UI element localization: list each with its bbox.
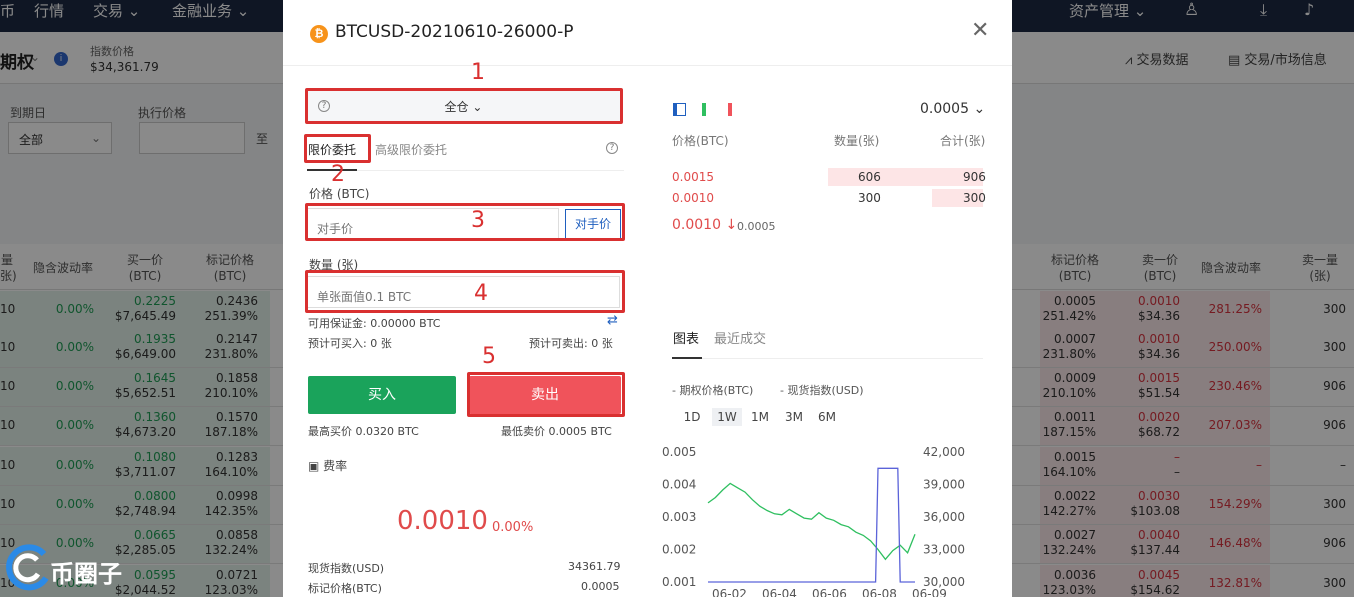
price-chart: 0.005 0.004 0.003 0.002 0.001 42,000 39,000 36,… bbox=[662, 445, 965, 597]
range-1d[interactable]: 1D bbox=[680, 408, 704, 426]
min-sell-price: 最低卖价 0.0005 BTC bbox=[501, 425, 612, 438]
watermark-logo: 币圈子 bbox=[4, 542, 154, 594]
market-panel: 0.0005 ⌄ 价格(BTC) 数量(张) 合计(张) 0.0015 606 … bbox=[648, 66, 1012, 597]
range-3m[interactable]: 3M bbox=[782, 408, 806, 426]
x-tick-label: 06-08 bbox=[862, 587, 897, 597]
mark-price-label: 标记价格(BTC) bbox=[308, 582, 382, 595]
depth-bar bbox=[828, 168, 983, 186]
ask-qty: 300 bbox=[858, 191, 881, 205]
x-tick-label: 06-09 bbox=[912, 587, 947, 597]
y-right-tick-label: 42,000 bbox=[923, 445, 965, 459]
x-tick-label: 06-04 bbox=[762, 587, 797, 597]
modal-title: BTCUSD-20210610-26000-P bbox=[335, 22, 574, 42]
ob-header-price: 价格(BTC) bbox=[672, 134, 729, 148]
annotation-box-3 bbox=[305, 203, 625, 241]
ask-qty: 606 bbox=[858, 170, 881, 184]
watermark-icon bbox=[6, 544, 49, 591]
annotation-3: 3 bbox=[471, 208, 485, 233]
available-margin: 可用保证金: 0.00000 BTC bbox=[308, 317, 441, 330]
ask-price: 0.0015 bbox=[672, 170, 714, 184]
ob-header-total: 合计(张) bbox=[940, 134, 986, 148]
modal-header: ₿ BTCUSD-20210610-26000-P ✕ bbox=[283, 0, 1012, 66]
legend-spot: - 现货指数(USD) bbox=[780, 384, 864, 397]
x-tick-label: 06-02 bbox=[712, 587, 747, 597]
estimated-buy: 预计可买入: 0 张 bbox=[308, 337, 392, 350]
fee-icon: ▣ bbox=[308, 459, 320, 473]
ob-header-qty: 数量(张) bbox=[834, 134, 880, 148]
chart-tab-divider bbox=[672, 358, 983, 359]
last-price-diff: 0.0005 bbox=[737, 220, 776, 233]
annotation-1: 1 bbox=[471, 60, 485, 85]
close-icon[interactable]: ✕ bbox=[971, 18, 989, 43]
annotation-box-5 bbox=[467, 372, 625, 417]
order-help-icon[interactable]: ? bbox=[606, 142, 618, 154]
buy-button[interactable]: 买入 bbox=[308, 376, 456, 414]
price-label: 价格 (BTC) bbox=[309, 187, 370, 201]
last-price-change: 0.00% bbox=[492, 520, 534, 535]
order-modal: ₿ BTCUSD-20210610-26000-P ✕ 1 ? 全仓 ⌄ 限价委… bbox=[283, 0, 1012, 597]
y-left-tick-label: 0.001 bbox=[662, 575, 696, 589]
spot-index-label: 现货指数(USD) bbox=[308, 562, 385, 575]
btc-coin-icon: ₿ bbox=[310, 25, 328, 43]
view-both-icon[interactable] bbox=[673, 103, 686, 116]
legend-option: - 期权价格(BTC) bbox=[672, 384, 754, 397]
ask-total: 906 bbox=[963, 170, 986, 184]
arrow-down-icon: ↓ bbox=[725, 217, 738, 233]
y-right-tick-label: 39,000 bbox=[923, 478, 965, 492]
orderbook-ask-row[interactable]: 0.0015 606 906 bbox=[672, 168, 986, 186]
active-chart-tab-indicator bbox=[672, 357, 702, 359]
tab-chart[interactable]: 图表 bbox=[673, 328, 699, 347]
view-bids-icon[interactable] bbox=[697, 103, 710, 116]
annotation-box-4 bbox=[305, 270, 625, 313]
view-asks-icon[interactable] bbox=[723, 103, 736, 116]
ask-price: 0.0010 bbox=[672, 191, 714, 205]
fee-link[interactable]: ▣ 费率 bbox=[308, 457, 347, 474]
y-right-tick-label: 36,000 bbox=[923, 510, 965, 524]
annotation-2: 2 bbox=[331, 162, 345, 187]
range-1m[interactable]: 1M bbox=[749, 408, 771, 426]
annotation-box-2 bbox=[304, 134, 371, 163]
tab-advanced-limit[interactable]: 高级限价委托 bbox=[375, 141, 447, 158]
transfer-icon[interactable]: ⇄ bbox=[607, 313, 618, 328]
y-left-tick-label: 0.005 bbox=[662, 445, 696, 459]
last-price: 0.0010 ↓ bbox=[672, 217, 738, 233]
x-tick-label: 06-06 bbox=[812, 587, 847, 597]
annotation-box-1 bbox=[305, 88, 623, 124]
range-1w[interactable]: 1W bbox=[712, 408, 742, 426]
orderbook-ask-row[interactable]: 0.0010 300 300 bbox=[672, 189, 986, 207]
order-form: 1 ? 全仓 ⌄ 限价委托 高级限价委托 ? 2 价格 (BTC) 对手价 3 … bbox=[283, 60, 648, 597]
range-6m[interactable]: 6M bbox=[815, 408, 839, 426]
y-left-tick-label: 0.003 bbox=[662, 510, 696, 524]
annotation-5: 5 bbox=[482, 344, 496, 369]
series-line bbox=[708, 467, 915, 583]
estimated-sell: 预计可卖出: 0 张 bbox=[529, 337, 613, 350]
annotation-4: 4 bbox=[474, 281, 488, 306]
tab-recent-trades[interactable]: 最近成交 bbox=[714, 328, 766, 347]
ask-total: 300 bbox=[963, 191, 986, 205]
y-left-tick-label: 0.002 bbox=[662, 543, 696, 557]
last-price-big: 0.0010 bbox=[397, 506, 488, 536]
precision-select[interactable]: 0.0005 ⌄ bbox=[920, 101, 985, 117]
mark-price-value: 0.0005 bbox=[581, 580, 620, 593]
y-left-tick-label: 0.004 bbox=[662, 478, 696, 492]
watermark-text: 币圈子 bbox=[50, 560, 122, 588]
spot-index-value: 34361.79 bbox=[568, 560, 621, 573]
series-line bbox=[707, 482, 916, 561]
y-right-tick-label: 33,000 bbox=[923, 543, 965, 557]
max-buy-price: 最高买价 0.0320 BTC bbox=[308, 425, 419, 438]
